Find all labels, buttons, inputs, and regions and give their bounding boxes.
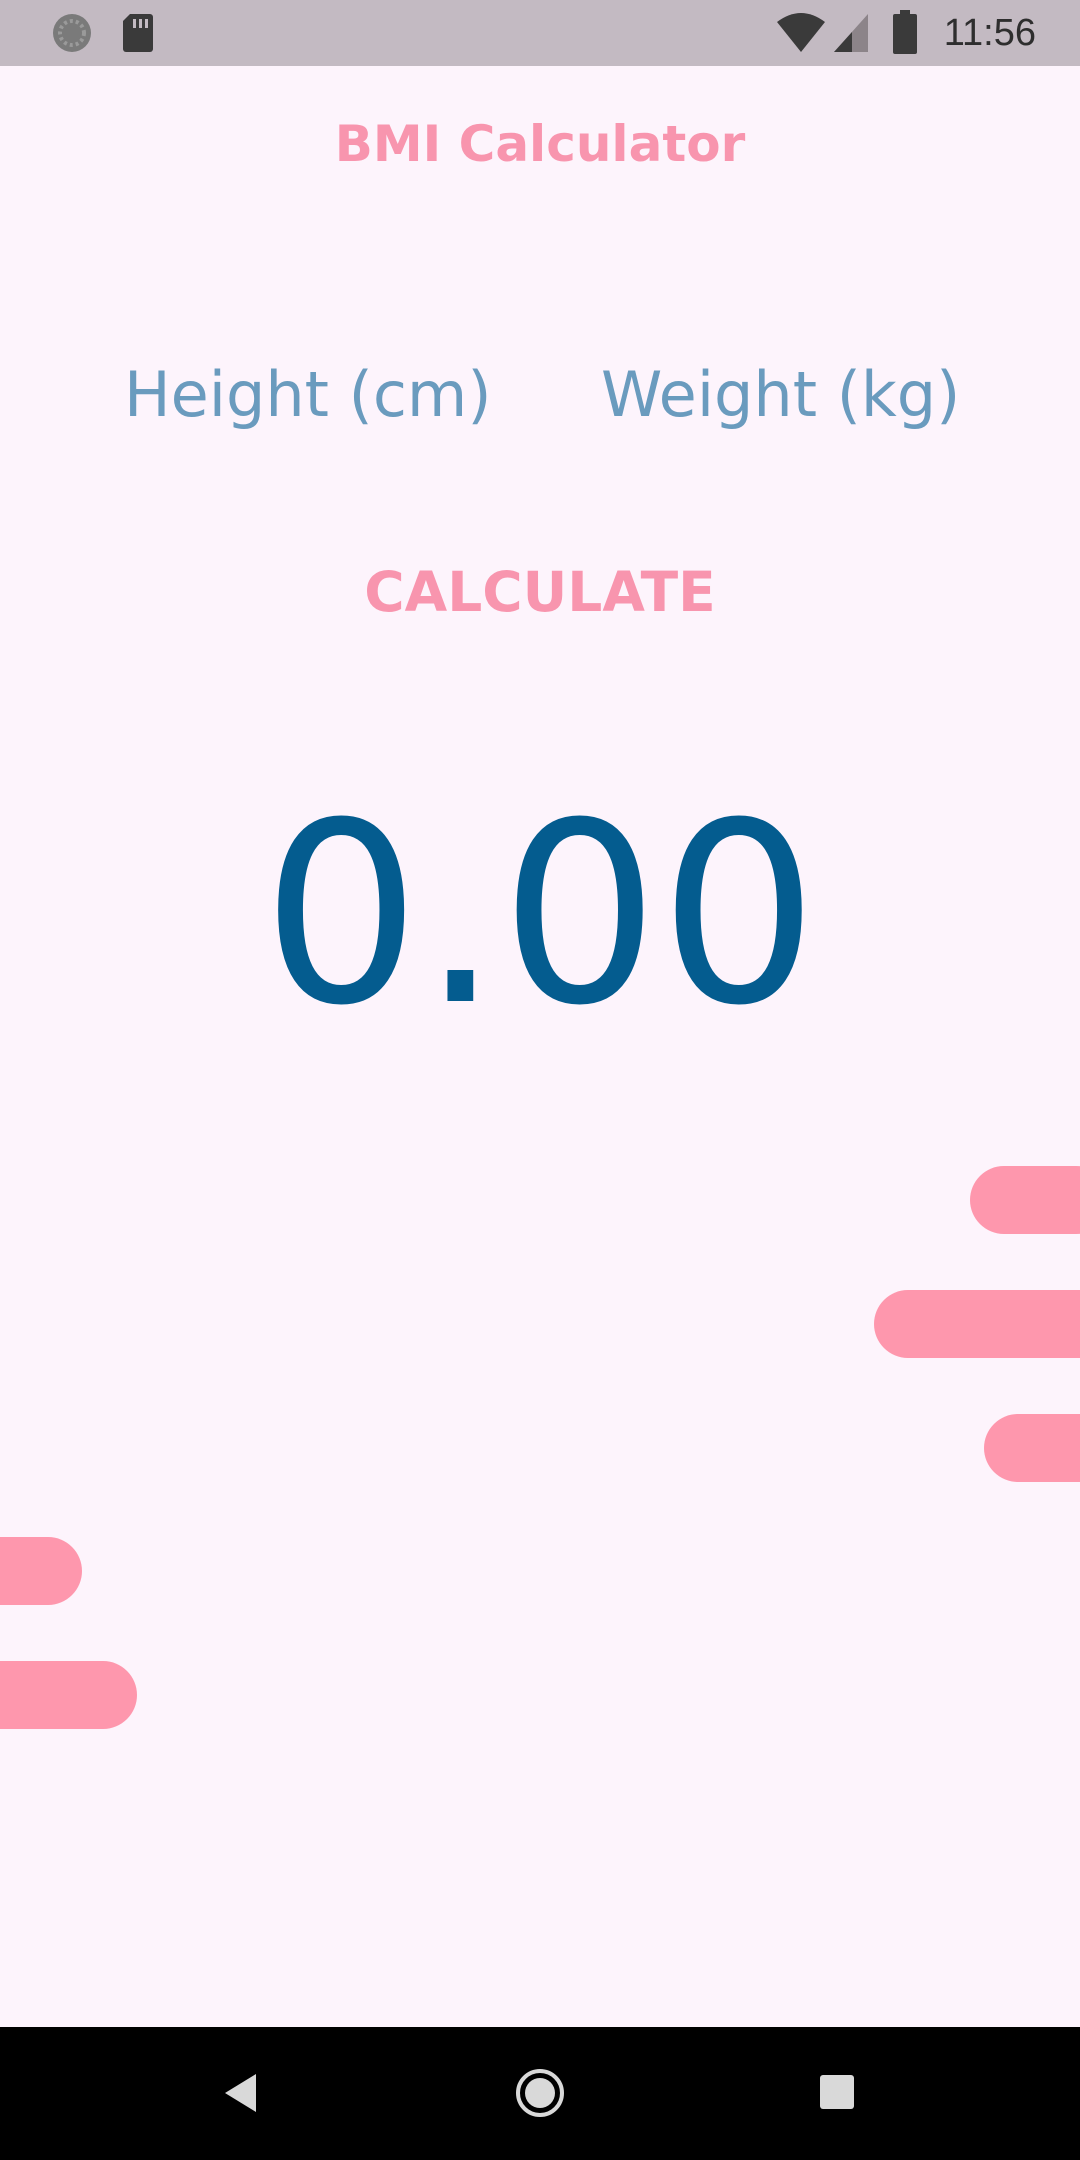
back-icon[interactable] xyxy=(222,2072,260,2118)
decor-pill xyxy=(0,1661,137,1729)
status-bar: 11:56 xyxy=(0,0,1080,66)
bmi-result: 0.00 xyxy=(261,769,819,1060)
height-input[interactable]: Height (cm) xyxy=(124,350,492,440)
app-title: BMI Calculator xyxy=(334,115,746,173)
decor-pill xyxy=(970,1166,1080,1234)
sd-card-icon xyxy=(122,11,154,59)
status-time: 11:56 xyxy=(943,12,1036,54)
battery-icon xyxy=(892,10,918,58)
decor-pill xyxy=(874,1290,1080,1358)
calculate-button[interactable]: CALCULATE xyxy=(340,552,740,632)
navigation-bar xyxy=(0,2027,1080,2160)
cell-signal-icon xyxy=(832,12,870,58)
wifi-icon xyxy=(776,12,826,58)
home-icon[interactable] xyxy=(514,2067,566,2123)
decor-pill xyxy=(984,1414,1080,1482)
decor-pill xyxy=(0,1537,82,1605)
recents-icon[interactable] xyxy=(818,2073,856,2115)
weight-input[interactable]: Weight (kg) xyxy=(601,350,960,440)
sync-icon xyxy=(50,11,94,59)
